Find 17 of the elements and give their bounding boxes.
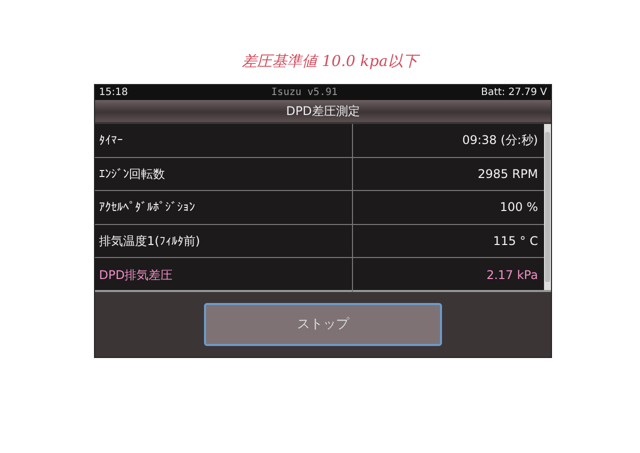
parameter-name: 排気温度1(ﾌｨﾙﾀ前) [99,233,200,250]
battery-voltage: Batt: 27.79 V [480,86,547,100]
parameter-name: ﾀｲﾏｰ [99,132,123,150]
clock-time: 15:18 [99,86,128,100]
parameter-value: 2985 RPM [478,166,538,181]
scrollbar[interactable] [544,124,551,290]
parameter-name: DPD排気差圧 [99,267,173,284]
screen-title: DPD差圧測定 [95,100,551,122]
handwritten-note: 差圧基準値 10.0 kpa以下 [0,50,640,84]
stop-button[interactable]: ストップ [204,303,442,346]
parameter-value: 100 % [500,200,538,214]
parameter-value: 09:38 (分:秒) [462,133,538,148]
parameter-value: 2.17 kPa [486,268,538,282]
parameter-name: ｱｸｾﾙﾍﾟﾀﾞﾙﾎﾟｼﾞｼｮﾝ [99,199,195,216]
app-version: Isuzu v5.91 [271,86,338,100]
parameter-name: ｴﾝｼﾞﾝ回転数 [99,166,165,183]
parameter-value: 115 ° C [493,234,538,248]
